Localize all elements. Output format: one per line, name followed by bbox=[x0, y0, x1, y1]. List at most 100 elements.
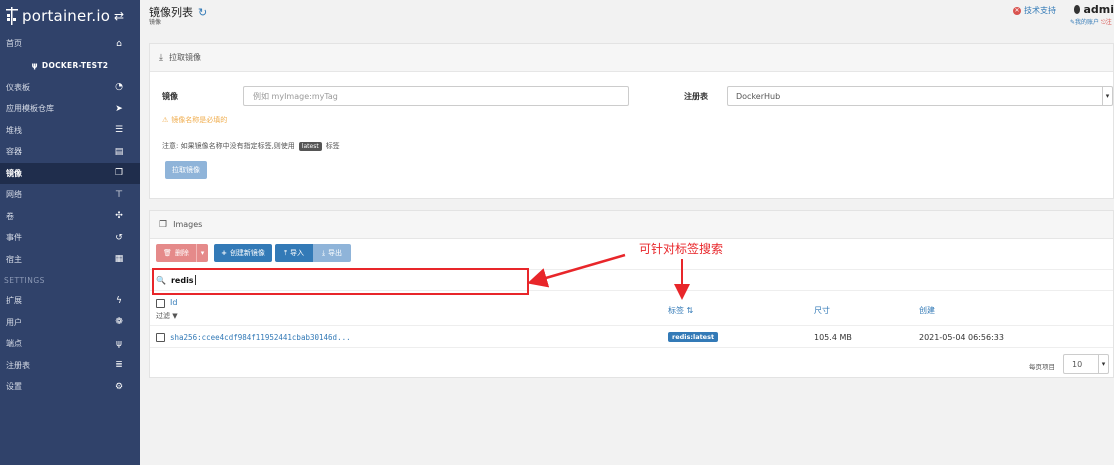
bolt-icon: ϟ bbox=[116, 295, 122, 306]
close-circle-icon: ✕ bbox=[1013, 6, 1021, 15]
registry-label: 注册表 bbox=[684, 92, 708, 101]
clone-icon: ❐ bbox=[159, 219, 168, 230]
sort-icon: ⇅ bbox=[686, 306, 694, 315]
upload-icon: ⤒ bbox=[283, 248, 288, 257]
history-icon: ↺ bbox=[115, 232, 123, 243]
sidebar-item[interactable]: 应用模板仓库 ➤ bbox=[0, 98, 140, 120]
my-account-link[interactable]: 我的账户 bbox=[1075, 19, 1099, 26]
items-per-page-label: 每页项目 bbox=[1029, 363, 1055, 371]
sidebar-item-label: 容器 bbox=[6, 147, 22, 157]
select-all-checkbox[interactable] bbox=[156, 299, 165, 308]
sidebar: portainer.io ⇄ 首页 ⌂ ψ DOCKER-TEST2 仪表板 ◔ 应… bbox=[0, 0, 140, 465]
pull-panel-header: ⤓ 拉取镜像 bbox=[150, 44, 1113, 72]
sidebar-item[interactable]: 注册表 ≣ bbox=[0, 355, 140, 377]
account-links: ✎我的账户 ⎋注 bbox=[1070, 17, 1114, 27]
tag-note: 注意: 如果镜像名称中没有指定标签,则使用 latest 标签 bbox=[162, 141, 340, 151]
image-required-warning: ⚠ 镜像名称是必填的 bbox=[162, 116, 228, 124]
brand[interactable]: portainer.io ⇄ bbox=[0, 0, 140, 32]
sidebar-item-label: 设置 bbox=[6, 382, 22, 392]
sidebar-item[interactable]: 仪表板 ◔ bbox=[0, 77, 140, 99]
sitemap-icon: ⊤ bbox=[115, 189, 123, 200]
sidebar-item-label: 首页 bbox=[6, 39, 22, 49]
database-icon: ≣ bbox=[115, 360, 123, 371]
sidebar-item-label: 卷 bbox=[6, 211, 14, 221]
swap-icon[interactable]: ⇄ bbox=[114, 9, 124, 23]
filter-icon: ▼ bbox=[172, 312, 178, 320]
support-link[interactable]: ✕ 技术支持 bbox=[1013, 5, 1056, 16]
header: 镜像列表 ↻ 镜像 ✕ 技术支持 admi ✎我的账户 ⎋注 bbox=[140, 0, 1114, 30]
sidebar-item[interactable]: 卷 ✣ bbox=[0, 206, 140, 228]
list-icon: ☰ bbox=[114, 125, 124, 136]
trash-icon: 🗑 bbox=[163, 249, 172, 257]
tachometer-icon: ◔ bbox=[115, 82, 123, 93]
download-icon: ⤓ bbox=[321, 248, 326, 257]
sidebar-item[interactable]: 宿主 ▦ bbox=[0, 249, 140, 271]
column-id[interactable]: Id bbox=[170, 298, 177, 307]
latest-badge: latest bbox=[298, 141, 322, 151]
brand-name: portainer.io bbox=[22, 7, 111, 25]
import-button[interactable]: ⤒ 导入 bbox=[275, 244, 313, 262]
image-label: 镜像 bbox=[162, 92, 178, 101]
sidebar-item-label: 网络 bbox=[6, 190, 22, 200]
chevron-down-icon: ▾ bbox=[200, 249, 205, 257]
sidebar-item[interactable]: 设置 ⚙ bbox=[0, 376, 140, 398]
server-icon: ▤ bbox=[114, 146, 124, 157]
registry-select[interactable]: DockerHub ▾ bbox=[727, 86, 1113, 106]
pull-image-button[interactable]: 拉取镜像 bbox=[165, 161, 207, 179]
sidebar-item-label: 堆栈 bbox=[6, 125, 22, 135]
sidebar-item[interactable]: 镜像 ❐ bbox=[0, 162, 140, 184]
remove-dropdown-caret[interactable]: ▾ bbox=[196, 244, 208, 262]
sidebar-item[interactable]: 端点 ψ bbox=[0, 333, 140, 355]
plug-icon: ψ bbox=[116, 338, 122, 349]
refresh-icon[interactable]: ↻ bbox=[198, 6, 207, 19]
download-icon: ⤓ bbox=[159, 52, 163, 63]
column-created[interactable]: 创建 bbox=[919, 305, 935, 316]
sidebar-item[interactable]: 扩展 ϟ bbox=[0, 290, 140, 312]
pull-image-panel: ⤓ 拉取镜像 镜像 例如 myImage:myTag 注册表 DockerHub… bbox=[149, 43, 1114, 199]
sidebar-item[interactable]: 用户 ❁ bbox=[0, 312, 140, 334]
sidebar-item[interactable]: 堆栈 ☰ bbox=[0, 120, 140, 142]
items-per-page-select[interactable]: 10 ▾ bbox=[1063, 354, 1109, 374]
sidebar-item-label: 扩展 bbox=[6, 296, 22, 306]
images-panel-header: ❐ Images bbox=[150, 211, 1113, 239]
tag-badge: redis:latest bbox=[668, 332, 719, 342]
sidebar-item-label: 端点 bbox=[6, 339, 22, 349]
sidebar-item-label: 仪表板 bbox=[6, 82, 30, 92]
image-size: 105.4 MB bbox=[814, 333, 852, 342]
sidebar-item-label: 用户 bbox=[6, 317, 22, 327]
export-button[interactable]: ⤓ 导出 bbox=[313, 244, 351, 262]
users-icon: ❁ bbox=[115, 317, 123, 328]
column-size[interactable]: 尺寸 bbox=[814, 305, 830, 316]
clone-icon: ❐ bbox=[114, 168, 124, 179]
user-menu[interactable]: admi bbox=[1074, 3, 1114, 16]
image-input[interactable]: 例如 myImage:myTag bbox=[243, 86, 629, 106]
row-divider bbox=[150, 347, 1113, 348]
th-icon: ▦ bbox=[114, 254, 124, 265]
header-divider bbox=[150, 325, 1113, 326]
user-circle-icon bbox=[1074, 5, 1081, 14]
build-image-button[interactable]: + 创建新镜像 bbox=[214, 244, 272, 262]
filter-label[interactable]: 过滤 ▼ bbox=[156, 311, 178, 321]
sidebar-item-label: 宿主 bbox=[6, 254, 22, 264]
row-checkbox[interactable] bbox=[156, 333, 165, 342]
sidebar-item[interactable]: 容器 ▤ bbox=[0, 141, 140, 163]
endpoint-name: ψ DOCKER-TEST2 bbox=[31, 61, 109, 70]
remove-button[interactable]: 🗑 删除 bbox=[156, 244, 196, 262]
sidebar-item-label: 镜像 bbox=[6, 168, 22, 178]
plug-icon: ψ bbox=[31, 61, 38, 70]
image-id-link[interactable]: sha256:ccee4cdf984f11952441cbab30146d... bbox=[170, 333, 351, 342]
settings-list: 扩展 ϟ 用户 ❁ 端点 ψ 注册表 ≣ 设置 ⚙ bbox=[0, 290, 140, 398]
sidebar-item[interactable]: 事件 ↺ bbox=[0, 227, 140, 249]
sidebar-item-home[interactable]: 首页 ⌂ bbox=[0, 33, 140, 55]
annotation-highlight-box bbox=[152, 268, 529, 295]
column-tags[interactable]: 标签 ⇅ bbox=[668, 305, 693, 316]
plus-icon: + bbox=[221, 249, 227, 257]
logout-link[interactable]: 注 bbox=[1106, 19, 1112, 26]
image-created: 2021-05-04 06:56:33 bbox=[919, 333, 1004, 342]
rocket-icon: ➤ bbox=[115, 103, 123, 114]
portainer-logo-icon bbox=[6, 6, 18, 26]
settings-section-title: SETTINGS bbox=[4, 275, 45, 285]
home-icon: ⌂ bbox=[116, 38, 122, 49]
chevron-down-icon: ▾ bbox=[1098, 355, 1108, 373]
sidebar-item[interactable]: 网络 ⊤ bbox=[0, 184, 140, 206]
